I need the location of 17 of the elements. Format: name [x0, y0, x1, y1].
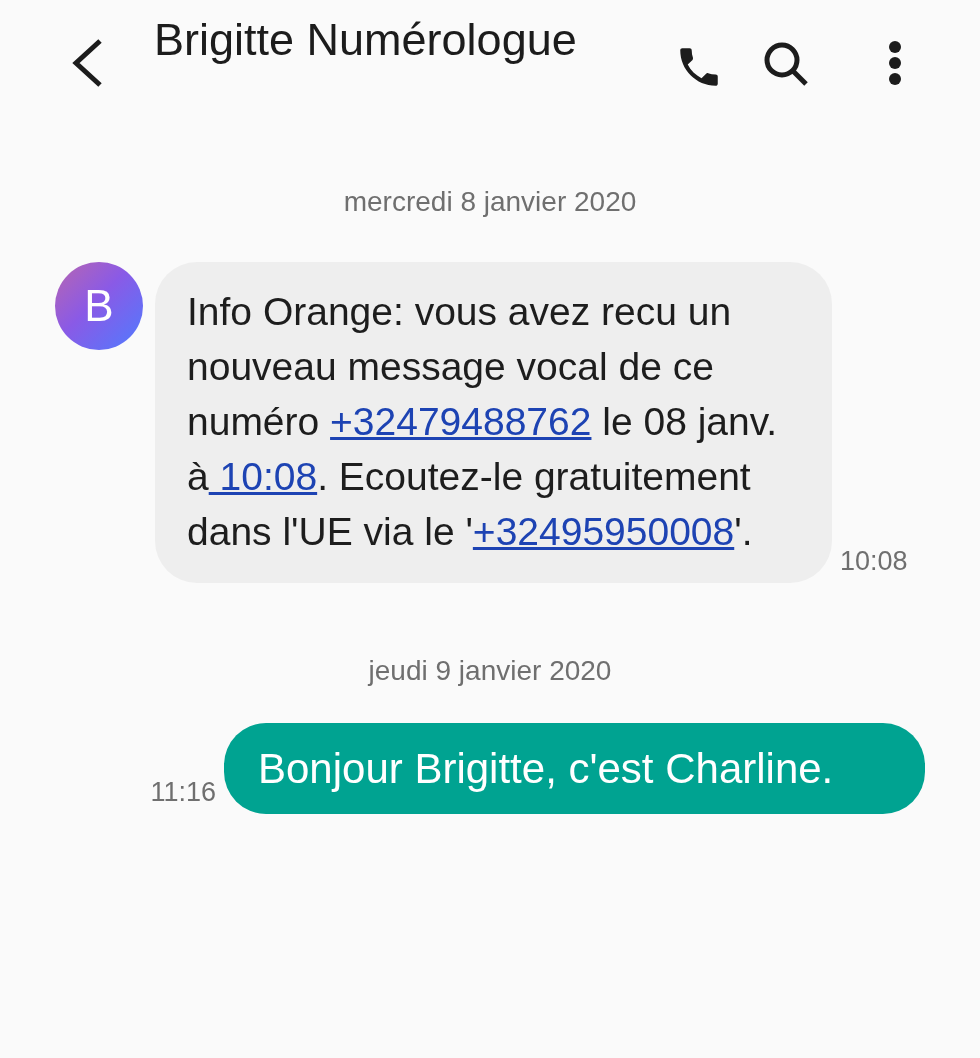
- phone-link[interactable]: +32479488762: [330, 400, 592, 443]
- message-time: 11:16: [150, 777, 216, 808]
- date-separator: mercredi 8 janvier 2020: [343, 186, 637, 217]
- contact-avatar[interactable]: B: [55, 262, 143, 350]
- search-icon: [762, 40, 810, 88]
- phone-link[interactable]: 10:08: [208, 455, 318, 498]
- message-text: Bonjour Brigitte, c'est Charline.: [258, 744, 835, 794]
- back-icon: [70, 38, 104, 88]
- contact-name: Brigitte Numérologue: [154, 14, 578, 66]
- message-text: Info Orange: vous avez recu un nouveau message vocal de ce numéro +32479488762 le 08 janv. à 10:08. Ecoutez-le gratuitement dans l'UE via le '+32495950008'.: [187, 289, 779, 555]
- phone-link[interactable]: +32495950008: [472, 510, 735, 553]
- message-time: 10:08: [840, 546, 908, 577]
- more-button[interactable]: [888, 40, 902, 86]
- back-button[interactable]: [70, 38, 104, 88]
- more-icon: [888, 40, 902, 86]
- date-separator: jeudi 9 janvier 2020: [368, 655, 612, 686]
- search-button[interactable]: [762, 40, 810, 88]
